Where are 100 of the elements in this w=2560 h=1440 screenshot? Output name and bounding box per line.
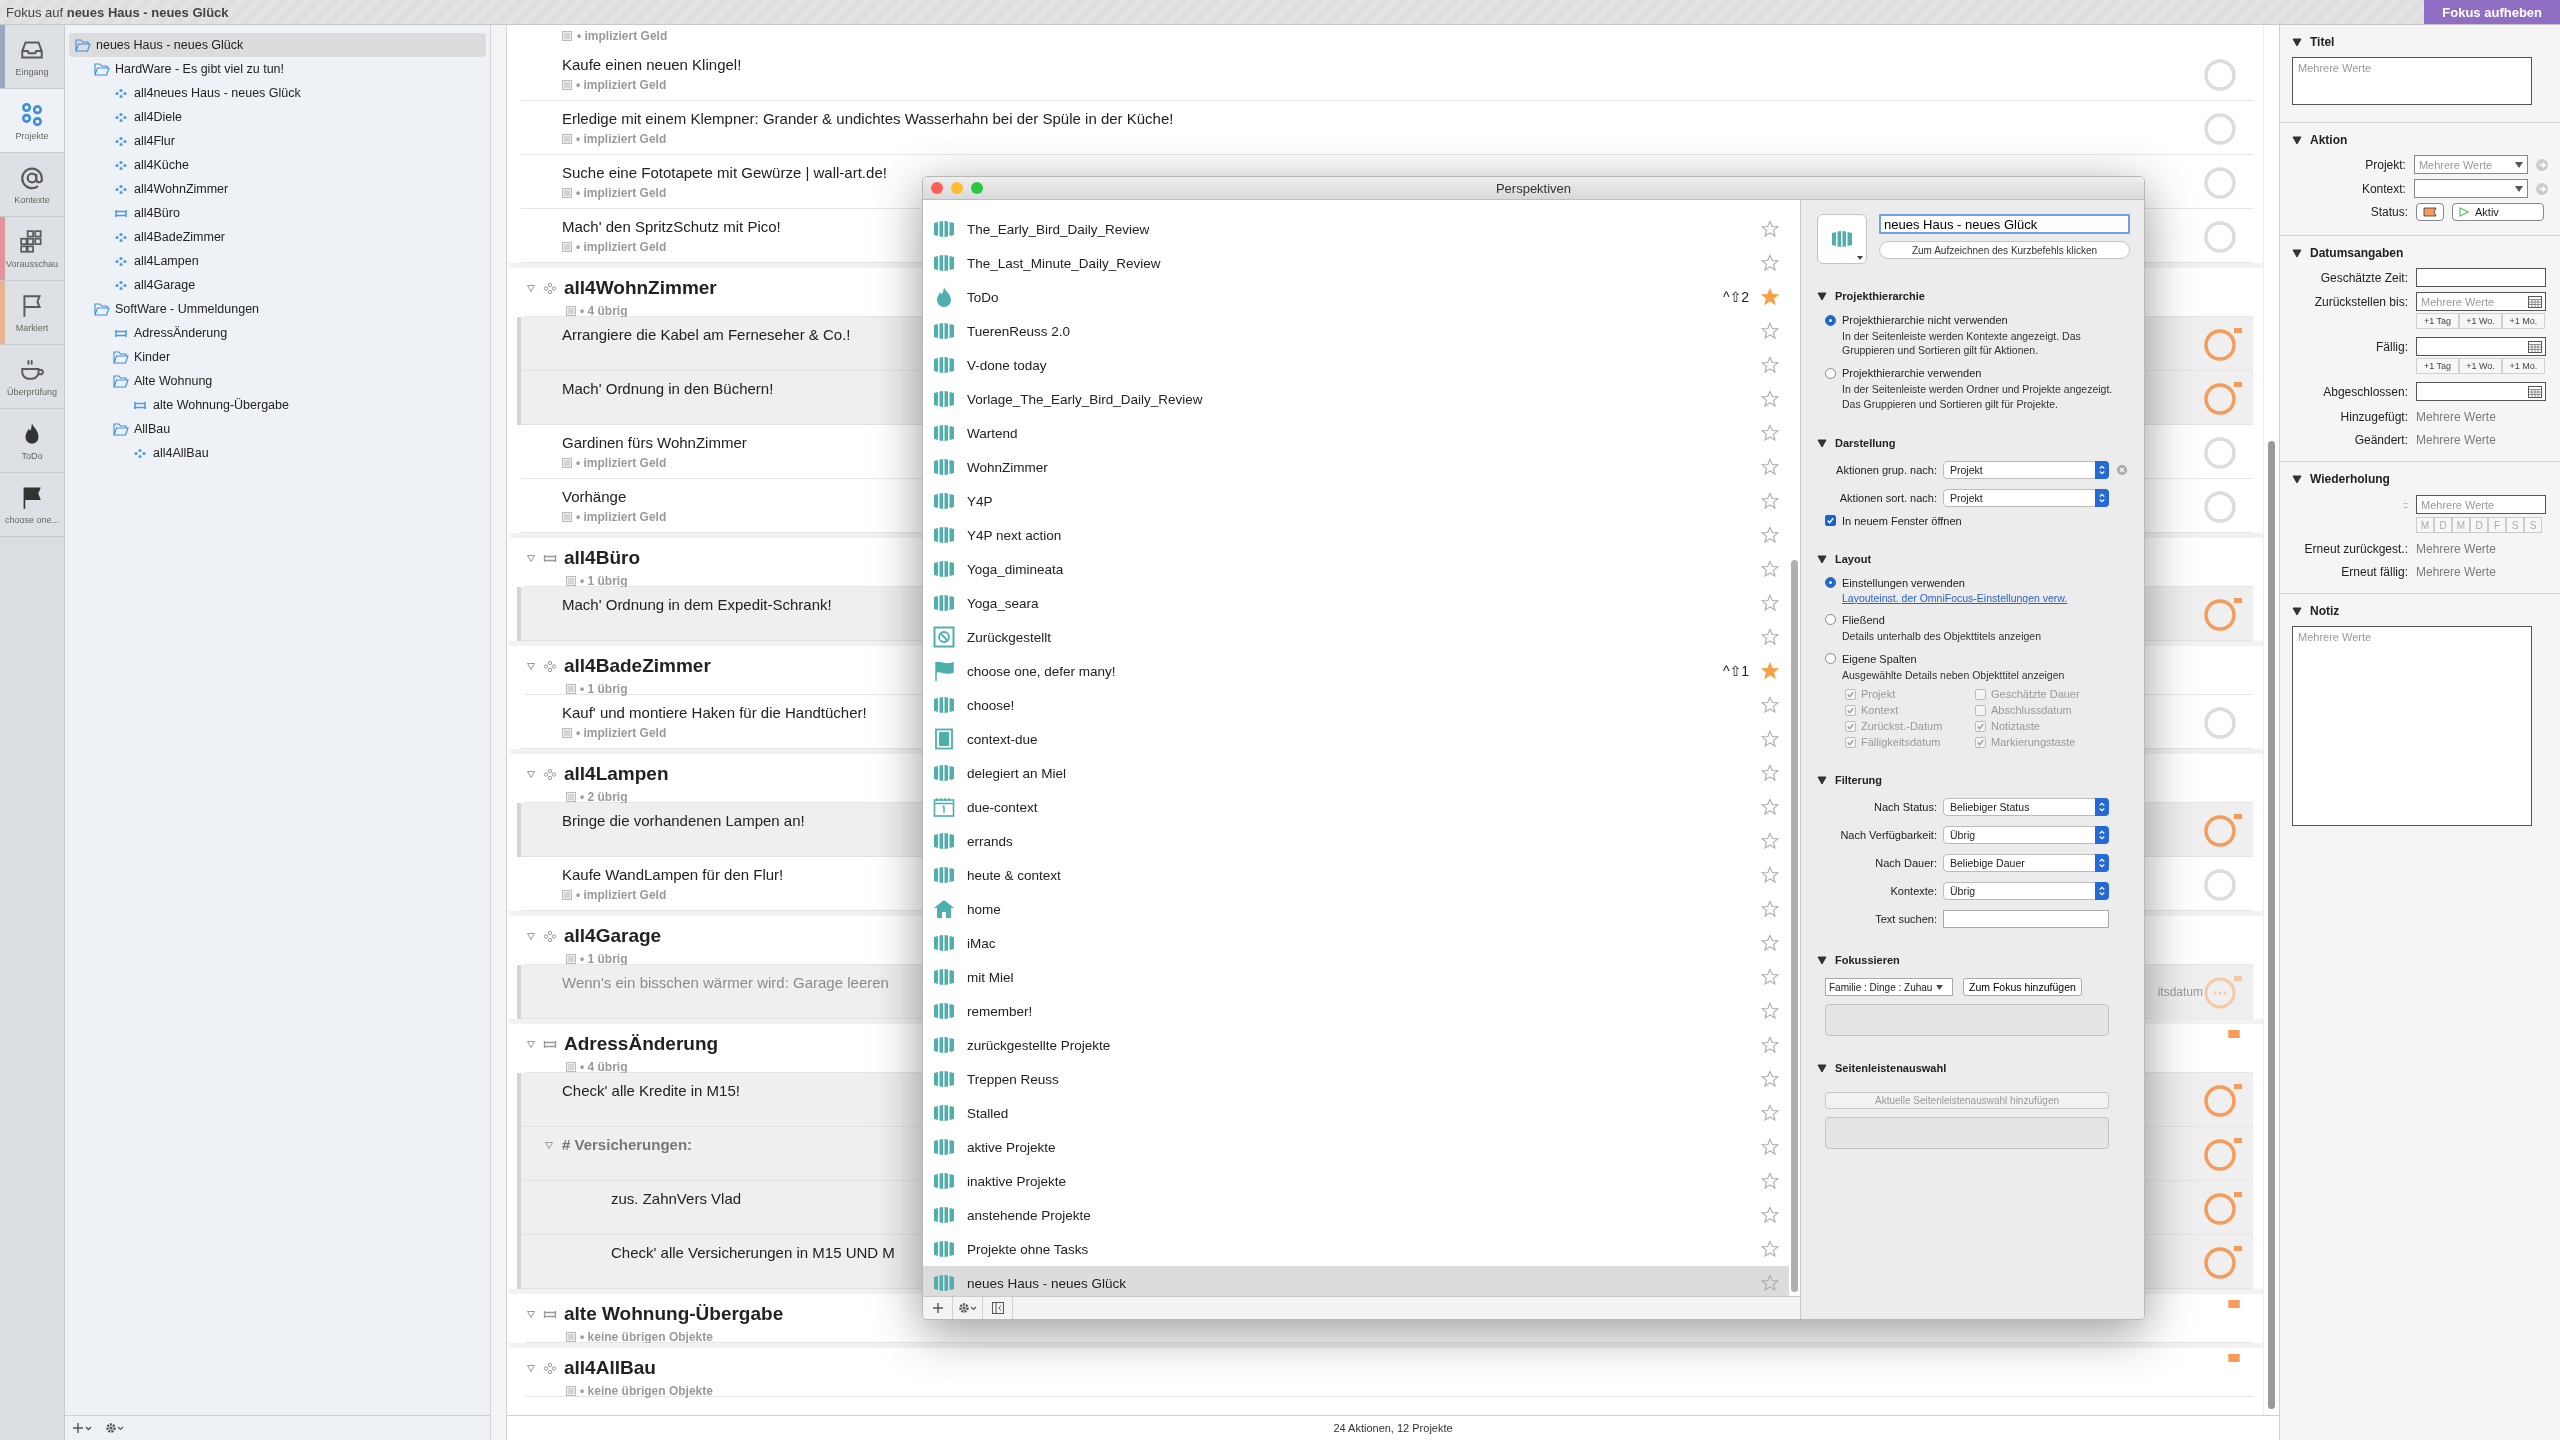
- star-icon[interactable]: [1761, 662, 1779, 680]
- group-dropdown[interactable]: Projekt: [1943, 460, 2109, 479]
- checkbox[interactable]: [1845, 736, 1856, 748]
- date-shortcut-button[interactable]: +1 Mo.: [2502, 313, 2545, 329]
- disclosure-triangle-icon[interactable]: [1817, 291, 1827, 301]
- shortcut-button[interactable]: Zum Aufzeichnen des Kurzbefehls klicken: [1879, 241, 2130, 259]
- filter-dropdown[interactable]: Beliebige Dauer: [1943, 854, 2109, 873]
- scrollbar[interactable]: [2268, 441, 2275, 1409]
- star-icon[interactable]: [1761, 798, 1779, 816]
- status-dropdown[interactable]: Aktiv: [2452, 203, 2544, 221]
- disclosure-triangle-icon[interactable]: [1817, 553, 1827, 564]
- date-shortcut-button[interactable]: +1 Tag: [2416, 358, 2459, 374]
- star-icon[interactable]: [1761, 1206, 1779, 1224]
- disclosure-triangle-icon[interactable]: [2292, 474, 2302, 484]
- flag-button[interactable]: [2416, 203, 2444, 221]
- star-icon[interactable]: [1761, 458, 1779, 476]
- task-title[interactable]: Gardinen fürs WohnZimmer: [562, 434, 747, 451]
- sort-dropdown[interactable]: Projekt: [1943, 488, 2109, 507]
- perspective-row[interactable]: anstehende Projekte: [923, 1198, 1789, 1232]
- gear-icon[interactable]: [105, 1422, 125, 1434]
- sidebar-item[interactable]: AdressÄnderung: [69, 321, 486, 345]
- radio-button[interactable]: [1825, 367, 1836, 379]
- perspective-row[interactable]: zurückgestellte Projekte: [923, 1028, 1789, 1062]
- sidebar-item[interactable]: all4Garage: [69, 273, 486, 297]
- project-title[interactable]: all4Büro: [564, 547, 641, 569]
- task-title[interactable]: Kaufe WandLampen für den Flur!: [562, 866, 784, 883]
- date-shortcut-button[interactable]: +1 Mo.: [2502, 358, 2545, 374]
- perspective-row[interactable]: home: [923, 892, 1789, 926]
- perspective-row[interactable]: context-due: [923, 722, 1789, 756]
- icon-picker[interactable]: [1817, 214, 1867, 264]
- task-title[interactable]: Suche eine Fototapete mit Gewürze | wall-art.de!: [562, 164, 887, 181]
- task-title[interactable]: Check' alle Versicherungen in M15 UND M: [611, 1244, 895, 1261]
- star-icon[interactable]: [1761, 832, 1779, 850]
- task-title[interactable]: Bringe die vorhandenen Lampen an!: [562, 812, 805, 829]
- flagged-checkbox[interactable]: [2203, 1243, 2243, 1280]
- disclosure-triangle-icon[interactable]: [2292, 248, 2302, 258]
- perspective-row[interactable]: Wartend: [923, 416, 1789, 450]
- sidebar-item[interactable]: all4Büro: [69, 201, 486, 225]
- context-dropdown[interactable]: [2413, 179, 2528, 198]
- star-icon[interactable]: [1761, 1002, 1779, 1020]
- checkbox[interactable]: [1975, 704, 1986, 716]
- star-icon[interactable]: [1761, 492, 1779, 510]
- star-icon[interactable]: [1761, 866, 1779, 884]
- star-icon[interactable]: [1761, 560, 1779, 578]
- perspective-row[interactable]: due-context: [923, 790, 1789, 824]
- perspective-row[interactable]: Treppen Reuss: [923, 1062, 1789, 1096]
- radio-button[interactable]: [1825, 614, 1836, 626]
- flagged-checkbox[interactable]: [2203, 379, 2243, 416]
- splitter[interactable]: [490, 25, 507, 1440]
- arrow-icon[interactable]: [2536, 158, 2548, 171]
- search-field[interactable]: [1943, 910, 2109, 929]
- star-icon[interactable]: [1761, 696, 1779, 714]
- star-icon[interactable]: [1761, 356, 1779, 374]
- star-icon[interactable]: [1761, 1240, 1779, 1258]
- sidebar-item[interactable]: Kinder: [69, 345, 486, 369]
- disclosure-triangle-icon[interactable]: [2292, 606, 2302, 616]
- scrollbar[interactable]: [1791, 560, 1798, 1292]
- filter-dropdown[interactable]: Übrig: [1943, 826, 2109, 845]
- clear-icon[interactable]: [2117, 464, 2127, 475]
- task-title[interactable]: zus. ZahnVers Vlad: [611, 1190, 742, 1207]
- star-icon[interactable]: [1761, 934, 1779, 952]
- close-button[interactable]: [931, 182, 943, 194]
- date-shortcut-button[interactable]: +1 Wo.: [2459, 313, 2502, 329]
- title-field[interactable]: Mehrere Werte: [2292, 57, 2532, 105]
- perspective-row[interactable]: errands: [923, 824, 1789, 858]
- date-shortcut-button[interactable]: +1 Wo.: [2459, 358, 2502, 374]
- perspective-row[interactable]: delegiert an Miel: [923, 756, 1789, 790]
- arrow-icon[interactable]: [2536, 182, 2548, 195]
- perspective-tab[interactable]: Vorausschau: [0, 217, 64, 281]
- calendar-icon[interactable]: [2528, 295, 2542, 308]
- star-icon[interactable]: [1761, 968, 1779, 986]
- radio-button[interactable]: [1825, 577, 1836, 589]
- disclosure-triangle-icon[interactable]: [1817, 775, 1827, 786]
- checkbox[interactable]: [1975, 688, 1986, 700]
- perspective-row[interactable]: Projekte ohne Tasks: [923, 1232, 1789, 1266]
- sidebar-item[interactable]: all4neues Haus - neues Glück: [69, 81, 486, 105]
- perspective-row[interactable]: Zurückgestellt: [923, 620, 1789, 654]
- estimate-field[interactable]: [2416, 268, 2546, 287]
- date-field[interactable]: [2416, 337, 2546, 356]
- star-icon[interactable]: [1761, 288, 1779, 306]
- sidebar-item[interactable]: all4BadeZimmer: [69, 225, 486, 249]
- task-title[interactable]: Mach' den SpritzSchutz mit Pico!: [562, 218, 781, 235]
- star-icon[interactable]: [1761, 1172, 1779, 1190]
- task-title[interactable]: Arrangiere die Kabel am Ferneseher & Co.!: [562, 326, 851, 343]
- star-icon[interactable]: [1761, 594, 1779, 612]
- star-icon[interactable]: [1761, 1070, 1779, 1088]
- flagged-checkbox[interactable]: [2203, 811, 2243, 848]
- radio-button[interactable]: [1825, 314, 1836, 326]
- disclosure-triangle-icon[interactable]: [2292, 135, 2302, 145]
- sidebar-item[interactable]: Alte Wohnung: [69, 369, 486, 393]
- perspective-row[interactable]: Y4P: [923, 484, 1789, 518]
- perspective-row[interactable]: Y4P next action: [923, 518, 1789, 552]
- star-icon[interactable]: [1761, 424, 1779, 442]
- star-icon[interactable]: [1761, 628, 1779, 646]
- add-icon[interactable]: [73, 1422, 93, 1434]
- unfocus-button[interactable]: Fokus aufheben: [2424, 0, 2560, 24]
- sidebar-item[interactable]: all4AllBau: [69, 441, 486, 465]
- checkbox[interactable]: [1825, 515, 1836, 527]
- date-shortcut-button[interactable]: +1 Tag: [2416, 313, 2459, 329]
- filter-dropdown[interactable]: Übrig: [1943, 882, 2109, 901]
